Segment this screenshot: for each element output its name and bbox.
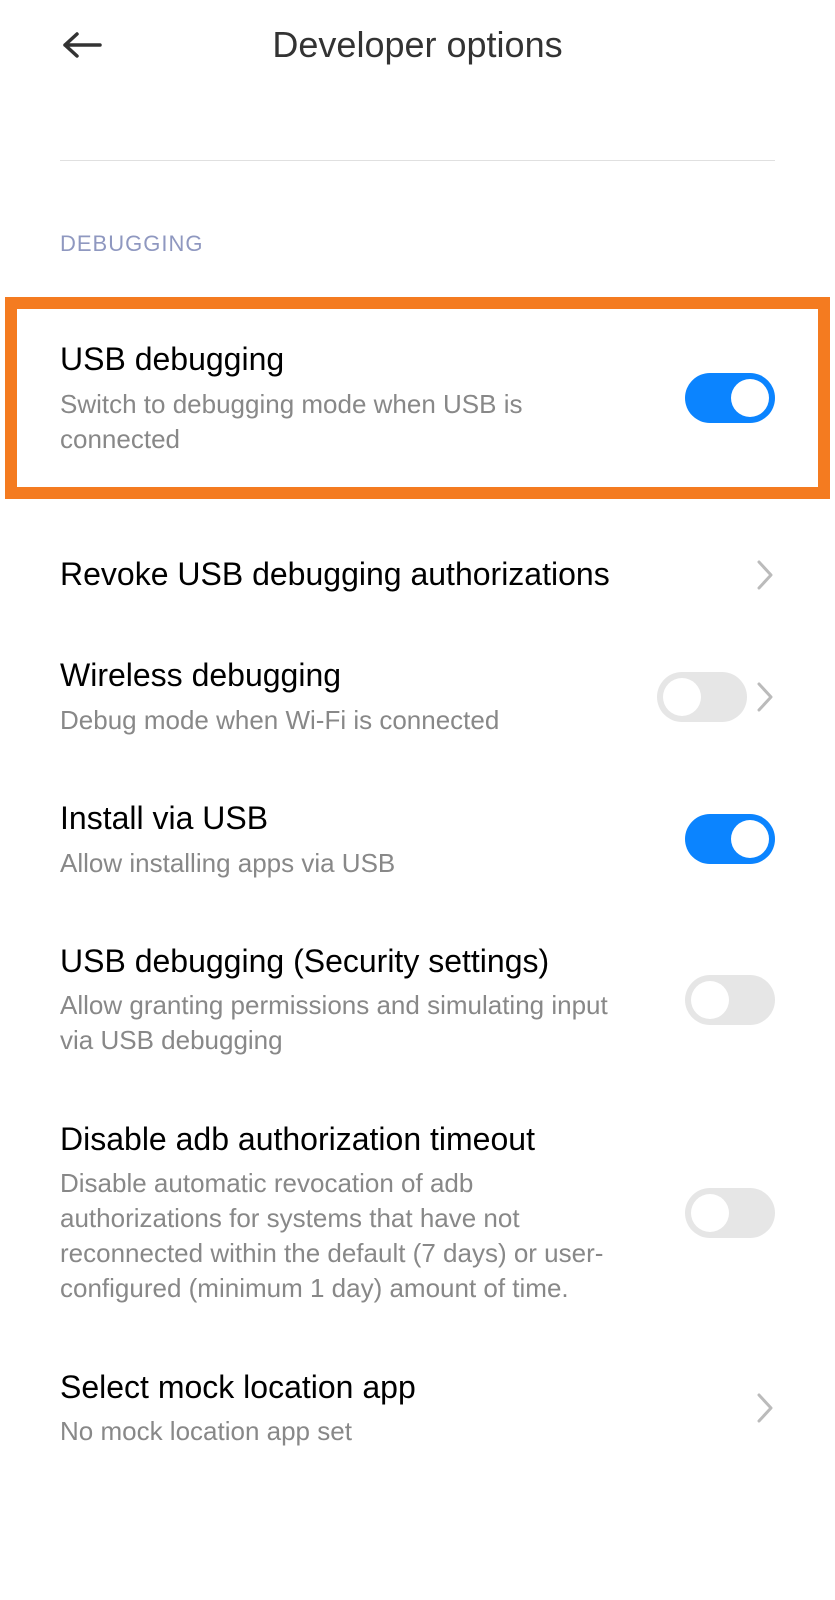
setting-revoke-authorizations[interactable]: Revoke USB debugging authorizations — [60, 524, 775, 626]
setting-text: Install via USB Allow installing apps vi… — [60, 798, 620, 881]
setting-subtitle: Debug mode when Wi-Fi is connected — [60, 703, 620, 738]
setting-title: Wireless debugging — [60, 655, 620, 697]
toggle-usb-security[interactable] — [685, 975, 775, 1025]
setting-text: USB debugging (Security settings) Allow … — [60, 941, 620, 1059]
toggle-install-via-usb[interactable] — [685, 814, 775, 864]
setting-subtitle: Disable automatic revocation of adb auth… — [60, 1166, 620, 1306]
chevron-right-icon — [755, 680, 775, 714]
toggle-knob — [731, 820, 769, 858]
toggle-knob — [691, 981, 729, 1019]
toggle-knob — [691, 1194, 729, 1232]
divider — [60, 160, 775, 161]
chevron-right-icon — [755, 1391, 775, 1425]
setting-text: Wireless debugging Debug mode when Wi-Fi… — [60, 655, 620, 738]
section-header-debugging: DEBUGGING — [60, 231, 775, 257]
setting-title: Revoke USB debugging authorizations — [60, 554, 620, 596]
toggle-usb-debugging[interactable] — [685, 373, 775, 423]
setting-text: Select mock location app No mock locatio… — [60, 1367, 620, 1450]
setting-wireless-debugging[interactable]: Wireless debugging Debug mode when Wi-Fi… — [60, 625, 775, 768]
toggle-wireless-debugging[interactable] — [657, 672, 747, 722]
chevron-right-icon — [755, 558, 775, 592]
right-controls — [657, 672, 775, 722]
setting-text: USB debugging Switch to debugging mode w… — [60, 339, 620, 457]
setting-title: USB debugging (Security settings) — [60, 941, 620, 983]
settings-content: DEBUGGING USB debugging Switch to debugg… — [0, 160, 835, 1479]
toggle-knob — [731, 379, 769, 417]
setting-title: Install via USB — [60, 798, 620, 840]
setting-subtitle: No mock location app set — [60, 1414, 620, 1449]
setting-title: Select mock location app — [60, 1367, 620, 1409]
page-title: Developer options — [60, 24, 775, 66]
setting-subtitle: Allow granting permissions and simulatin… — [60, 988, 620, 1058]
setting-usb-debugging[interactable]: USB debugging Switch to debugging mode w… — [60, 329, 775, 467]
setting-title: Disable adb authorization timeout — [60, 1119, 620, 1161]
app-header: Developer options — [0, 0, 835, 90]
setting-text: Revoke USB debugging authorizations — [60, 554, 620, 596]
toggle-knob — [663, 678, 701, 716]
setting-text: Disable adb authorization timeout Disabl… — [60, 1119, 620, 1307]
setting-title: USB debugging — [60, 339, 620, 381]
highlighted-setting: USB debugging Switch to debugging mode w… — [5, 297, 830, 499]
setting-subtitle: Switch to debugging mode when USB is con… — [60, 387, 620, 457]
setting-usb-security[interactable]: USB debugging (Security settings) Allow … — [60, 911, 775, 1089]
toggle-adb-timeout[interactable] — [685, 1188, 775, 1238]
setting-adb-timeout[interactable]: Disable adb authorization timeout Disabl… — [60, 1089, 775, 1337]
setting-mock-location[interactable]: Select mock location app No mock locatio… — [60, 1337, 775, 1480]
setting-subtitle: Allow installing apps via USB — [60, 846, 620, 881]
setting-install-via-usb[interactable]: Install via USB Allow installing apps vi… — [60, 768, 775, 911]
